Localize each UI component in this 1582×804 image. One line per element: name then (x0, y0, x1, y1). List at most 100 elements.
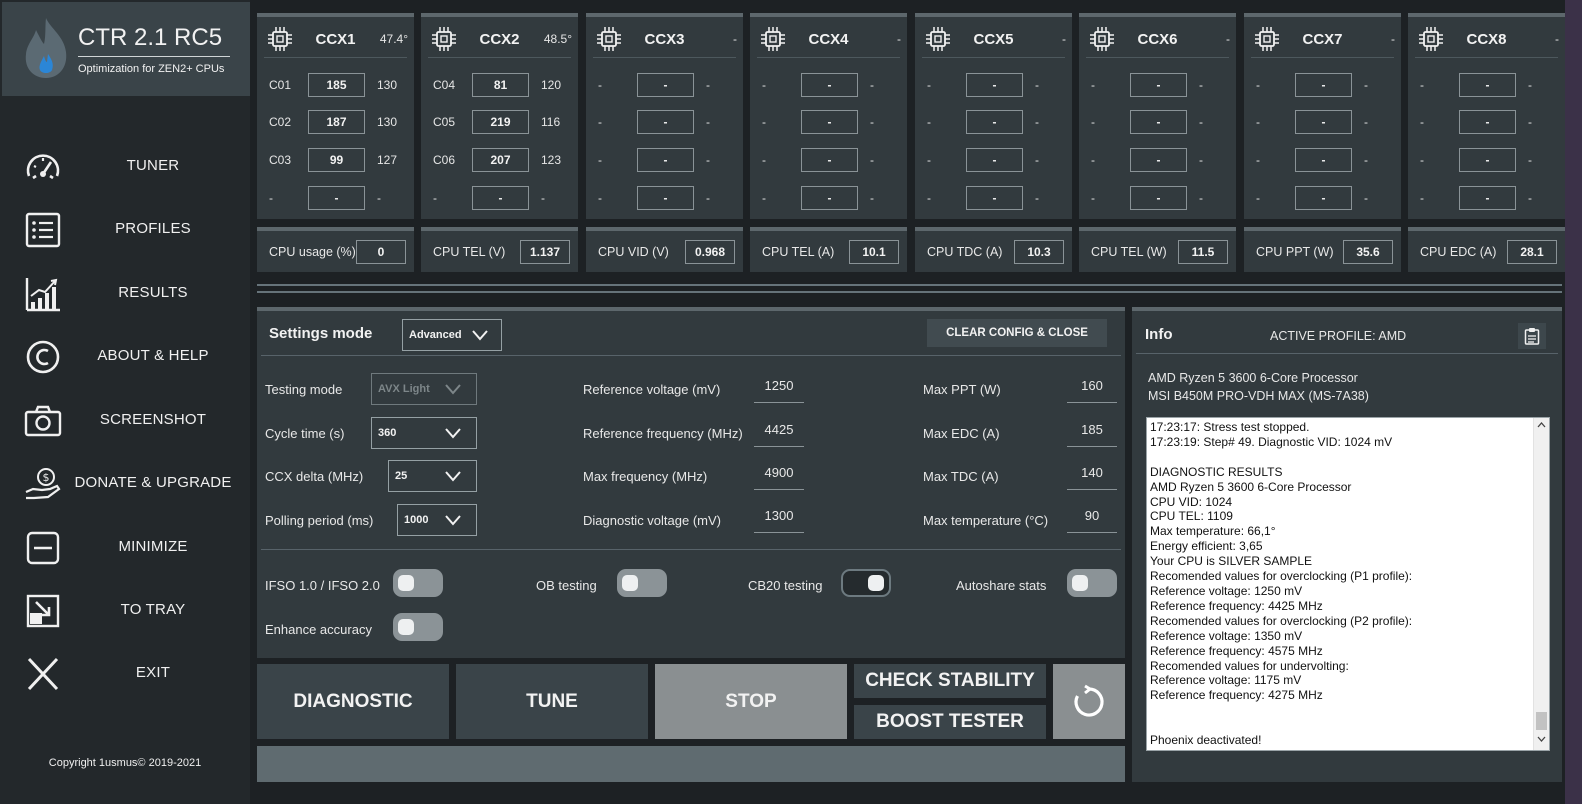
autoshare-stats-toggle[interactable] (1067, 569, 1117, 597)
core-offset-field[interactable]: - (1130, 110, 1187, 134)
clipboard-button[interactable] (1518, 323, 1546, 349)
cycle-time-dropdown[interactable]: 360 (371, 417, 477, 449)
core-offset-field[interactable]: - (1295, 148, 1352, 172)
scroll-down-icon[interactable] (1537, 736, 1546, 742)
core-offset-field[interactable]: 187 (308, 110, 365, 134)
boost-tester-button[interactable]: BOOST TESTER (854, 705, 1046, 739)
max-tdc-field[interactable]: 140 (1067, 460, 1117, 490)
readout-label: CPU TEL (A) (762, 245, 835, 259)
diagnostic-voltage-field[interactable]: 1300 (754, 503, 804, 533)
nav-label: MINIMIZE (118, 538, 188, 555)
scroll-thumb[interactable] (1536, 712, 1547, 730)
nav-tuner[interactable]: TUNER (0, 141, 250, 193)
core-offset-field[interactable]: - (308, 186, 365, 210)
ob-testing-toggle[interactable] (617, 569, 667, 597)
ccx-temperature: - (897, 32, 901, 46)
enhance-accuracy-toggle[interactable] (393, 613, 443, 641)
core-offset-field[interactable]: - (1130, 186, 1187, 210)
cb20-testing-toggle[interactable] (841, 569, 891, 597)
core-offset-field[interactable]: 81 (472, 73, 529, 97)
core-offset-field[interactable]: 99 (308, 148, 365, 172)
core-row: --- (1408, 148, 1565, 172)
core-row: --- (586, 186, 743, 210)
core-offset-field[interactable]: - (1459, 148, 1516, 172)
core-offset-field[interactable]: - (1130, 73, 1187, 97)
nav-results[interactable]: RESULTS (0, 268, 250, 320)
core-offset-field[interactable]: - (801, 148, 858, 172)
check-stability-button[interactable]: CHECK STABILITY (854, 664, 1046, 698)
core-offset-field[interactable]: - (966, 110, 1023, 134)
reference-frequency-field[interactable]: 4425 (754, 417, 804, 447)
nav-minimize[interactable]: MINIMIZE (0, 522, 250, 574)
nav-donate-upgrade[interactable]: $ DONATE & UPGRADE (0, 458, 250, 510)
diagnostic-button[interactable]: DIAGNOSTIC (257, 664, 449, 739)
nav-exit[interactable]: EXIT (0, 648, 250, 700)
core-offset-field[interactable]: - (637, 186, 694, 210)
settings-mode-value: Advanced (409, 329, 462, 341)
log-scrollbar[interactable] (1533, 418, 1549, 750)
core-offset-field[interactable]: 219 (472, 110, 529, 134)
core-offset-field[interactable]: 207 (472, 148, 529, 172)
core-offset-field[interactable]: - (1295, 73, 1352, 97)
core-offset-field[interactable]: - (637, 110, 694, 134)
ccx-delta-dropdown[interactable]: 25 (388, 460, 477, 492)
core-offset-field[interactable]: - (966, 148, 1023, 172)
polling-period-dropdown[interactable]: 1000 (397, 504, 477, 536)
stop-button[interactable]: STOP (655, 664, 847, 739)
core-offset-field[interactable]: - (1295, 186, 1352, 210)
core-offset-field[interactable]: 185 (308, 73, 365, 97)
core-row: C04 81 120 (421, 73, 578, 97)
ccx-name: CCX5 (973, 31, 1014, 48)
nav-label: EXIT (135, 664, 171, 681)
minimize-icon (26, 531, 60, 565)
core-offset-field[interactable]: - (966, 73, 1023, 97)
tune-button[interactable]: TUNE (456, 664, 648, 739)
max-frequency-field[interactable]: 4900 (754, 460, 804, 490)
divider (261, 355, 1121, 356)
readout-panel: CPU TEL (V) 1.137 (421, 227, 578, 272)
core-offset-field[interactable]: - (1295, 110, 1352, 134)
diagnostic-voltage-label: Diagnostic voltage (mV) (583, 513, 721, 528)
clear-config-close-button[interactable]: CLEAR CONFIG & CLOSE (927, 319, 1107, 347)
copyright-text: Copyright 1usmus© 2019-2021 (48, 757, 202, 769)
nav-about-help[interactable]: ABOUT & HELP (0, 331, 250, 383)
core-offset-field[interactable]: - (801, 110, 858, 134)
core-offset-field[interactable]: - (801, 186, 858, 210)
core-row: --- (1244, 148, 1401, 172)
core-offset-field[interactable]: - (966, 186, 1023, 210)
readout-panel: CPU EDC (A) 28.1 (1408, 227, 1565, 272)
max-ppt-field[interactable]: 160 (1067, 373, 1117, 403)
max-edc-field[interactable]: 185 (1067, 417, 1117, 447)
reference-voltage-field[interactable]: 1250 (754, 373, 804, 403)
nav-screenshot[interactable]: SCREENSHOT (0, 395, 250, 447)
refresh-button[interactable] (1053, 664, 1125, 739)
ccx-temperature: - (1555, 32, 1559, 46)
core-value: 120 (541, 78, 562, 92)
core-offset-field[interactable]: - (1459, 73, 1516, 97)
ob-testing-label: OB testing (536, 578, 597, 593)
max-temperature-field[interactable]: 90 (1067, 503, 1117, 533)
nav-to-tray[interactable]: TO TRAY (0, 585, 250, 637)
core-offset-field[interactable]: - (637, 148, 694, 172)
ifso-toggle[interactable] (393, 569, 443, 597)
core-row: --- (915, 148, 1072, 172)
readout-value: 0 (356, 240, 406, 264)
core-value: - (870, 153, 874, 167)
core-offset-field[interactable]: - (1459, 110, 1516, 134)
log-textbox[interactable]: 17:23:17: Stress test stopped. 17:23:19:… (1146, 417, 1550, 751)
nav-profiles[interactable]: PROFILES (0, 204, 250, 256)
ccx-delta-label: CCX delta (MHz) (265, 469, 364, 484)
core-offset-field[interactable]: - (472, 186, 529, 210)
core-offset-field[interactable]: - (801, 73, 858, 97)
scroll-up-icon[interactable] (1537, 422, 1546, 428)
toggle-knob (622, 575, 638, 591)
core-offset-field[interactable]: - (1130, 148, 1187, 172)
settings-mode-dropdown[interactable]: Advanced (402, 319, 502, 351)
core-row: --- (1408, 73, 1565, 97)
testing-mode-dropdown[interactable]: AVX Light (371, 373, 477, 405)
core-value: - (870, 115, 874, 129)
core-offset-field[interactable]: - (637, 73, 694, 97)
divider (593, 57, 736, 58)
core-offset-field[interactable]: - (1459, 186, 1516, 210)
chevron-down-icon (445, 515, 461, 526)
